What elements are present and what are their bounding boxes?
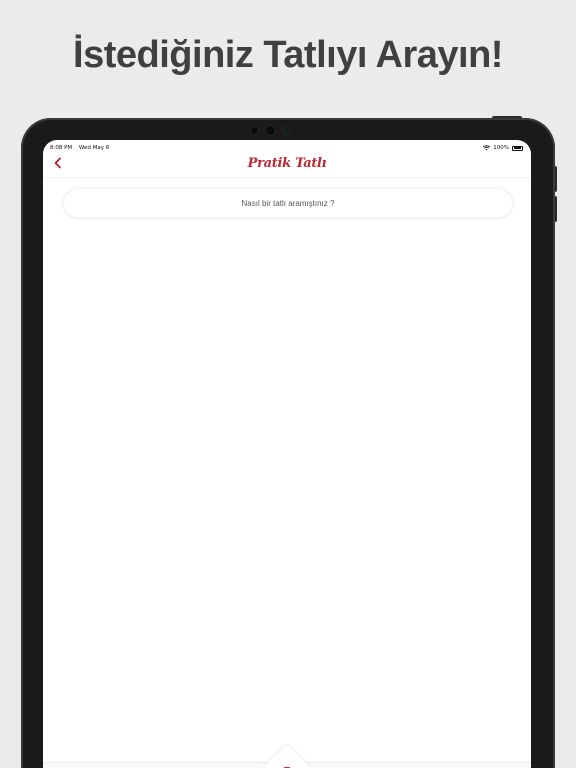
battery-icon xyxy=(512,145,523,151)
battery-percent: 100% xyxy=(493,145,509,151)
tab-home[interactable] xyxy=(262,743,312,768)
search-input[interactable] xyxy=(64,198,512,208)
sensor-dot xyxy=(283,127,290,134)
wifi-icon xyxy=(483,145,491,151)
app-logo: Pratik Tatlı xyxy=(247,156,327,171)
front-camera xyxy=(266,126,275,135)
app-screen: 8:08 PM Wed May 6 100% Pratik Tatlı xyxy=(43,140,531,768)
tab-bar xyxy=(43,743,531,768)
status-date: Wed May 6 xyxy=(78,145,110,151)
status-time: 8:08 PM xyxy=(50,145,73,151)
sensor-dot xyxy=(251,127,258,134)
headline: İstediğiniz Tatlıyı Arayın! xyxy=(73,34,503,76)
navigation-bar: Pratik Tatlı xyxy=(43,152,531,178)
search-box[interactable] xyxy=(63,188,513,218)
